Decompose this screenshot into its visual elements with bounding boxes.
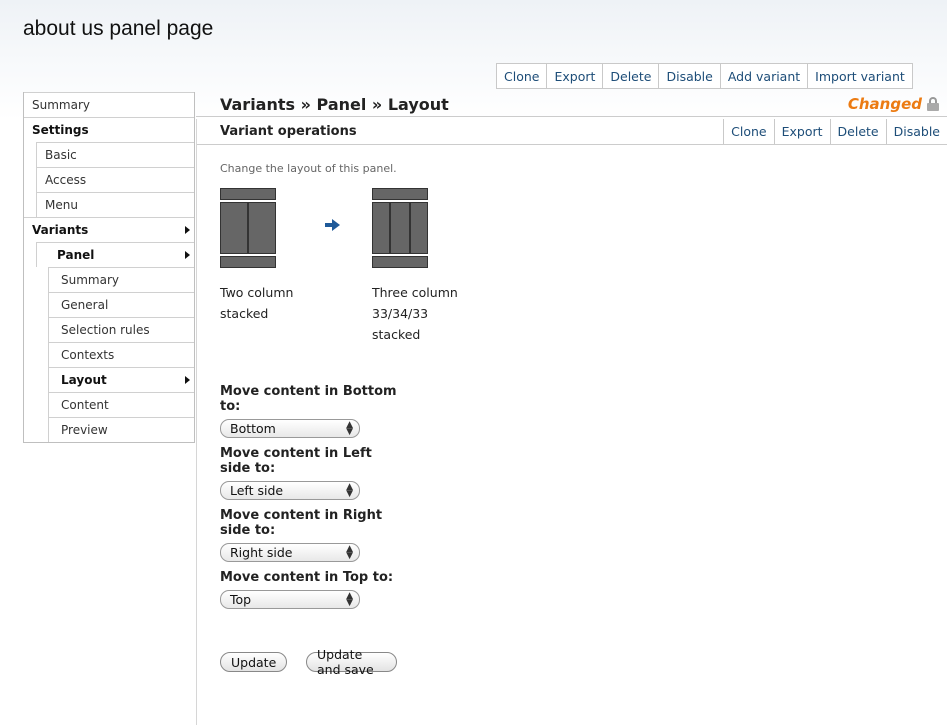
updown-icon: ▲ ▼ <box>346 419 353 437</box>
sidebar-item-general[interactable]: General <box>48 292 194 317</box>
update-and-save-button[interactable]: Update and save <box>306 647 397 677</box>
page-title: about us panel page <box>23 17 214 40</box>
three-column-stacked-thumbnail <box>372 188 428 268</box>
sidebar-item-settings[interactable]: Settings <box>24 117 194 142</box>
select-value: Top <box>230 592 252 607</box>
sidebar-item-label: General <box>61 298 109 312</box>
variant-clone-button[interactable]: Clone <box>724 119 773 144</box>
sidebar-item-label: Variants <box>32 223 89 237</box>
main-content: Variants » Panel » Layout Changed Varian… <box>196 92 947 725</box>
layout-change-form: Change the layout of this panel. Two col… <box>220 162 458 677</box>
to-layout-label: Three column 33/34/33 stacked <box>372 282 458 345</box>
sidebar-item-label: Panel <box>57 248 95 262</box>
select-value: Right side <box>230 545 293 560</box>
variant-export-button[interactable]: Export <box>773 119 830 144</box>
to-layout-line: Three column <box>372 285 458 300</box>
to-layout-line: 33/34/33 <box>372 306 429 321</box>
delete-button[interactable]: Delete <box>602 64 658 88</box>
sidebar-item-label: Summary <box>32 98 90 112</box>
main-header: Variants » Panel » Layout Changed <box>196 92 947 117</box>
layout-transition: Two column stacked Three column 33/34/33… <box>220 188 520 358</box>
caret-right-icon <box>185 376 190 384</box>
from-layout-line: Two column <box>220 285 294 300</box>
move-bottom-label: Move content in Bottom to: <box>220 384 397 414</box>
sidebar-item-layout[interactable]: Layout <box>48 367 194 392</box>
move-left-select[interactable]: Left side ▲ ▼ <box>220 481 360 500</box>
add-variant-button[interactable]: Add variant <box>719 64 807 88</box>
sidebar-item-label: Selection rules <box>61 323 150 337</box>
move-right-select[interactable]: Right side ▲ ▼ <box>220 543 360 562</box>
sidebar-item-selection-rules[interactable]: Selection rules <box>48 317 194 342</box>
sidebar-item-summary[interactable]: Summary <box>24 92 194 117</box>
move-left-label: Move content in Left side to: <box>220 446 372 476</box>
move-top-label: Move content in Top to: <box>220 570 394 585</box>
two-column-stacked-thumbnail <box>220 188 276 268</box>
move-right-label: Move content in Right side to: <box>220 508 383 538</box>
move-top-group: Move content in Top to: Top ▲ ▼ <box>220 570 393 609</box>
move-left-group: Move content in Left side to: Left side … <box>220 446 397 500</box>
breadcrumb: Variants » Panel » Layout <box>220 95 449 114</box>
changed-label: Changed <box>847 95 922 113</box>
updown-icon: ▲ ▼ <box>346 590 353 608</box>
from-layout-line: stacked <box>220 306 269 321</box>
sidebar-item-contexts[interactable]: Contexts <box>48 342 194 367</box>
sidebar-item-panel[interactable]: Panel <box>36 242 194 267</box>
sidebar-item-variants[interactable]: Variants <box>24 217 194 242</box>
sidebar-item-label: Basic <box>45 148 77 162</box>
variant-operations-toolbar: Clone Export Delete Disable <box>723 119 947 144</box>
variant-disable-button[interactable]: Disable <box>885 119 947 144</box>
arrow-right-icon <box>325 219 340 231</box>
move-right-group: Move content in Right side to: Right sid… <box>220 508 397 562</box>
sidebar-item-label: Content <box>61 398 109 412</box>
sidebar-item-label: Preview <box>61 423 108 437</box>
variant-delete-button[interactable]: Delete <box>829 119 886 144</box>
sidebar-item-label: Menu <box>45 198 78 212</box>
updown-icon: ▲ ▼ <box>346 481 353 499</box>
caret-right-icon <box>185 251 190 259</box>
move-top-select[interactable]: Top ▲ ▼ <box>220 590 360 609</box>
sidebar-item-content[interactable]: Content <box>48 392 194 417</box>
caret-right-icon <box>185 226 190 234</box>
select-value: Bottom <box>230 421 276 436</box>
select-value: Left side <box>230 483 284 498</box>
sidebar-item-label: Settings <box>32 123 89 137</box>
from-layout-label: Two column stacked <box>220 282 293 324</box>
variant-operations-bar: Variant operations Clone Export Delete D… <box>196 119 947 145</box>
move-bottom-select[interactable]: Bottom ▲ ▼ <box>220 419 360 438</box>
changed-status: Changed <box>848 95 939 113</box>
layout-description: Change the layout of this panel. <box>220 162 397 175</box>
to-layout-line: stacked <box>372 327 421 342</box>
import-variant-button[interactable]: Import variant <box>807 64 912 88</box>
clone-button[interactable]: Clone <box>497 64 546 88</box>
panel-operations-toolbar: Clone Export Delete Disable Add variant … <box>496 63 913 89</box>
sidebar-item-label: Access <box>45 173 87 187</box>
lock-icon <box>927 97 939 111</box>
sidebar-item-menu[interactable]: Menu <box>36 192 194 217</box>
sidebar-item-panel-summary[interactable]: Summary <box>48 267 194 292</box>
variant-operations-title: Variant operations <box>220 124 357 139</box>
sidebar-item-preview[interactable]: Preview <box>48 417 194 442</box>
sidebar: Summary Settings Basic Access Menu Varia… <box>23 92 195 443</box>
sidebar-item-label: Contexts <box>61 348 115 362</box>
sidebar-item-label: Summary <box>61 273 119 287</box>
sidebar-item-access[interactable]: Access <box>36 167 194 192</box>
export-button[interactable]: Export <box>546 64 602 88</box>
sidebar-item-basic[interactable]: Basic <box>36 142 194 167</box>
sidebar-item-label: Layout <box>61 373 107 387</box>
update-button[interactable]: Update <box>220 652 288 672</box>
move-bottom-group: Move content in Bottom to: Bottom ▲ ▼ <box>220 384 397 438</box>
disable-button[interactable]: Disable <box>658 64 719 88</box>
updown-icon: ▲ ▼ <box>346 543 353 561</box>
content-divider <box>196 119 197 725</box>
